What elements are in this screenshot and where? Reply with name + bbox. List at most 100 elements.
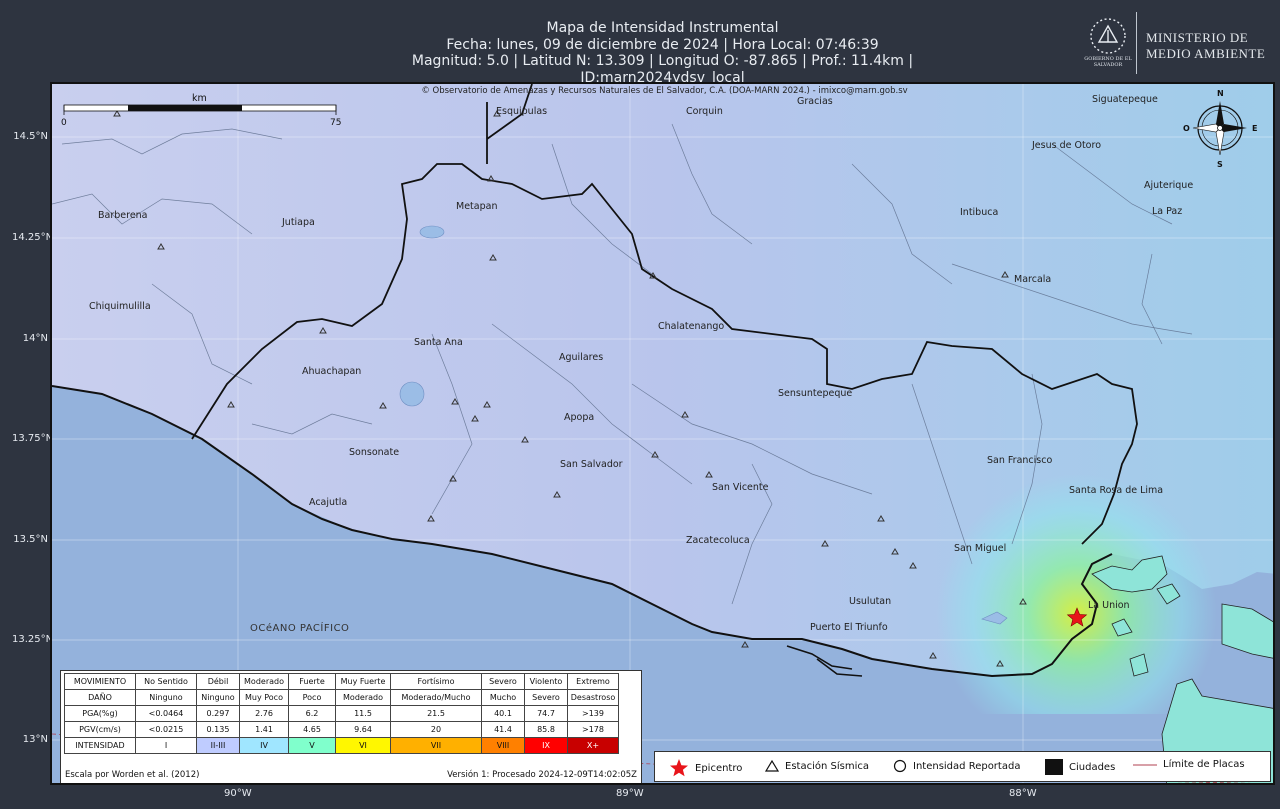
table-cell: PGV(cm/s): [64, 721, 136, 738]
place-label: Usulutan: [849, 596, 892, 607]
lat-label-14-25: 14.25°N: [12, 232, 54, 243]
table-cell: Fuerte: [288, 673, 336, 690]
place-label: Aguilares: [559, 352, 604, 363]
legend-label: Intensidad Reportada: [913, 760, 1021, 772]
table-cell: >178: [567, 721, 619, 738]
table-cell: VII: [390, 737, 482, 754]
lon-label-90: 90°W: [224, 788, 252, 799]
table-cell: Fortísimo: [390, 673, 482, 690]
intensity-scale-legend: MOVIMIENTO No Sentido Débil Moderado Fue…: [60, 670, 642, 783]
intensity-map[interactable]: km 0 75 N S E O © Observatorio de Amenaz…: [50, 82, 1275, 785]
table-cell: Muy Fuerte: [335, 673, 391, 690]
table-cell: IV: [239, 737, 289, 754]
table-cell: Poco: [288, 689, 336, 706]
place-label: Corquin: [686, 106, 723, 117]
ocean-label: OCéANO PACÍFICO: [250, 623, 350, 634]
legend-cities: Ciudades: [1045, 759, 1115, 775]
intensity-table: MOVIMIENTO No Sentido Débil Moderado Fue…: [64, 673, 619, 754]
triangle-icon: [765, 759, 779, 772]
legend-plates: Límite de Placas: [1133, 759, 1245, 770]
place-label: Ahuachapan: [302, 366, 362, 377]
lat-label-13-75: 13.75°N: [12, 433, 54, 444]
table-cell: Desastroso: [567, 689, 619, 706]
place-label: Santa Ana: [414, 337, 463, 348]
table-cell: IX: [524, 737, 568, 754]
lon-label-89: 89°W: [616, 788, 644, 799]
table-cell: PGA(%g): [64, 705, 136, 722]
table-cell: 1.41: [239, 721, 289, 738]
table-cell: 0.135: [196, 721, 240, 738]
place-label: Sensuntepeque: [778, 388, 853, 399]
place-label: Apopa: [564, 412, 595, 423]
star-icon: [670, 759, 688, 777]
place-label: Zacatecoluca: [686, 535, 750, 546]
compass-s: S: [1217, 160, 1223, 169]
place-label: Puerto El Triunfo: [810, 622, 888, 633]
table-cell: <0.0215: [135, 721, 197, 738]
table-cell: Severo: [524, 689, 568, 706]
table-cell: 2.76: [239, 705, 289, 722]
place-label: Jutiapa: [282, 217, 315, 228]
table-cell: VIII: [481, 737, 525, 754]
place-label: Jesus de Otoro: [1032, 140, 1102, 151]
place-label: Barberena: [98, 210, 148, 221]
symbol-legend: Epicentro Estación Sísmica Intensidad Re…: [654, 751, 1271, 782]
table-cell: V: [288, 737, 336, 754]
black-square-icon: [1045, 759, 1063, 775]
table-cell: Débil: [196, 673, 240, 690]
lat-label-13-25: 13.25°N: [12, 634, 54, 645]
table-cell: Severo: [481, 673, 525, 690]
table-cell: No Sentido: [135, 673, 197, 690]
legend-reported: Intensidad Reportada: [893, 759, 1020, 773]
table-cell: DAÑO: [64, 689, 136, 706]
table-cell: Moderado/Mucho: [390, 689, 482, 706]
plate-line-icon: [1133, 764, 1157, 765]
place-label: San Vicente: [712, 482, 769, 493]
intensity-color-row: INTENSIDAD I II-III IV V VI VII VIII IX …: [64, 737, 619, 754]
table-cell: INTENSIDAD: [64, 737, 136, 754]
intensity-shading: [902, 464, 1273, 714]
place-label: Chalatenango: [658, 321, 725, 332]
table-cell: >139: [567, 705, 619, 722]
table-cell: Moderado: [239, 673, 289, 690]
table-cell: 11.5: [335, 705, 391, 722]
place-label: Marcala: [1014, 274, 1052, 285]
table-cell: 9.64: [335, 721, 391, 738]
place-label: Acajutla: [309, 497, 348, 508]
logo-divider: [1136, 12, 1137, 74]
compass-o: O: [1183, 124, 1190, 133]
table-cell: Muy Poco: [239, 689, 289, 706]
compass-e: E: [1252, 124, 1257, 133]
table-cell: Violento: [524, 673, 568, 690]
place-label: Esquipulas: [496, 106, 548, 117]
title-block: Mapa de Intensidad Instrumental Fecha: l…: [330, 20, 995, 86]
scale-end: 75: [330, 118, 341, 128]
date-line: Fecha: lunes, 09 de diciembre de 2024 | …: [446, 36, 879, 53]
table-row: PGV(cm/s) <0.0215 0.135 1.41 4.65 9.64 2…: [64, 721, 619, 738]
table-cell: 6.2: [288, 705, 336, 722]
table-cell: II-III: [196, 737, 240, 754]
lat-label-14: 14°N: [22, 333, 48, 344]
legend-label: Límite de Placas: [1163, 759, 1245, 770]
place-label: San Salvador: [560, 459, 623, 470]
table-row: PGA(%g) <0.0464 0.297 2.76 6.2 11.5 21.5…: [64, 705, 619, 722]
lat-label-13-5: 13.5°N: [13, 534, 48, 545]
place-label: La Union: [1088, 600, 1130, 611]
table-cell: 85.8: [524, 721, 568, 738]
place-label: Siguatepeque: [1092, 94, 1158, 105]
ministry-name: MINISTERIO DE MEDIO AMBIENTE: [1146, 30, 1265, 62]
place-label: Ajuterique: [1144, 180, 1194, 191]
ministry-line-1: MINISTERIO DE: [1146, 30, 1249, 45]
place-label: San Miguel: [954, 543, 1007, 554]
table-cell: <0.0464: [135, 705, 197, 722]
version-info: Versión 1: Procesado 2024-12-09T14:02:05…: [447, 770, 637, 780]
legend-station: Estación Sísmica: [765, 759, 869, 773]
legend-label: Estación Sísmica: [785, 760, 869, 772]
table-cell: 20: [390, 721, 482, 738]
table-cell: 4.65: [288, 721, 336, 738]
table-cell: Ninguno: [135, 689, 197, 706]
place-label: Santa Rosa de Lima: [1069, 485, 1164, 496]
legend-label: Ciudades: [1069, 761, 1116, 773]
table-cell: MOVIMIENTO: [64, 673, 136, 690]
lat-label-14-5: 14.5°N: [13, 131, 48, 142]
